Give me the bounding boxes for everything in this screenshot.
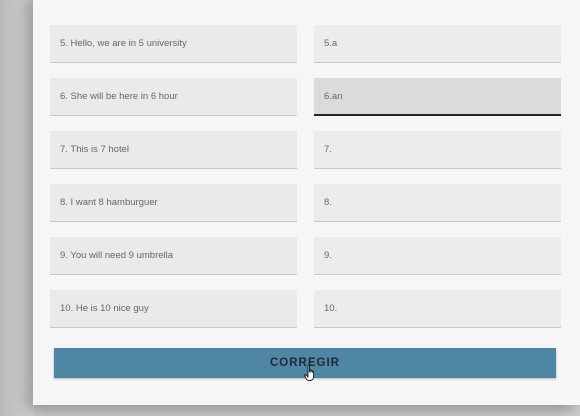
- question-field[interactable]: 7. This is 7 hotel: [50, 131, 297, 169]
- answer-field[interactable]: 10.: [314, 290, 561, 328]
- exercise-row: 7. This is 7 hotel 7.: [50, 131, 561, 169]
- exercise-card: 5. Hello, we are in 5 university 5.a 6. …: [33, 0, 580, 405]
- question-field[interactable]: 9. You will need 9 umbrella: [50, 237, 297, 275]
- answer-field[interactable]: 5.a: [314, 25, 561, 63]
- question-field[interactable]: 8. I want 8 hamburguer: [50, 184, 297, 222]
- answer-field[interactable]: 7.: [314, 131, 561, 169]
- answer-field-active[interactable]: 6.an: [314, 78, 561, 116]
- exercise-row: 10. He is 10 nice guy 10.: [50, 290, 561, 328]
- answer-field[interactable]: 8.: [314, 184, 561, 222]
- exercise-row: 6. She will be here in 6 hour 6.an: [50, 78, 561, 116]
- exercise-grid: 5. Hello, we are in 5 university 5.a 6. …: [50, 25, 561, 343]
- hand-pointer-icon: [304, 364, 315, 381]
- exercise-row: 5. Hello, we are in 5 university 5.a: [50, 25, 561, 63]
- question-field[interactable]: 5. Hello, we are in 5 university: [50, 25, 297, 63]
- question-field[interactable]: 10. He is 10 nice guy: [50, 290, 297, 328]
- question-field[interactable]: 6. She will be here in 6 hour: [50, 78, 297, 116]
- exercise-row: 8. I want 8 hamburguer 8.: [50, 184, 561, 222]
- background-panel: [0, 0, 34, 416]
- exercise-row: 9. You will need 9 umbrella 9.: [50, 237, 561, 275]
- answer-field[interactable]: 9.: [314, 237, 561, 275]
